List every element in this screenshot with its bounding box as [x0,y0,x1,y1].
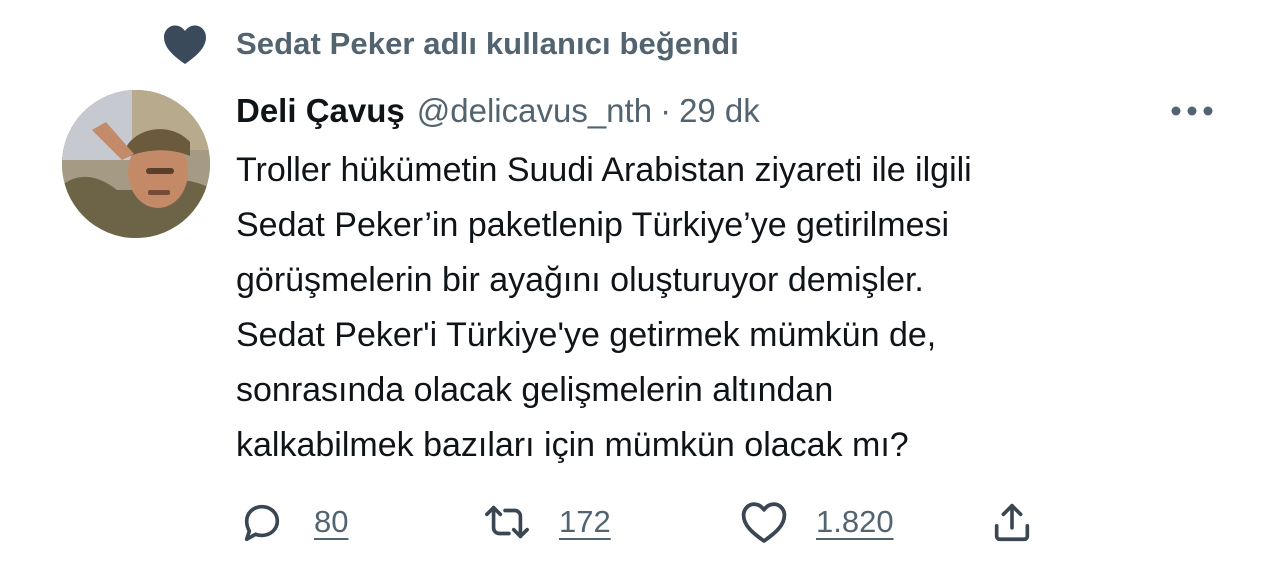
tweet-timestamp[interactable]: 29 dk [679,92,760,130]
tweet-text-line: Sedat Peker’in paketlenip Türkiye’ye get… [236,206,950,244]
tweet-text-line: Sedat Peker'i Türkiye'ye getirmek mümkün… [236,316,937,354]
tweet-text-line: kalkabilmek bazıları için mümkün olacak … [236,426,909,464]
tweet-text-line: Troller hükümetin Suudi Arabistan ziyare… [236,151,972,189]
author-handle[interactable]: @delicavus_nth [417,92,652,130]
more-options-button[interactable] [1168,96,1216,126]
header-separator: · [660,92,672,129]
reply-button[interactable]: 80 [236,494,348,550]
author-name[interactable]: Deli Çavuş [236,92,405,130]
tweet-text: Troller hükümetin Suudi Arabistan ziyare… [236,143,1236,473]
heart-icon [160,21,210,67]
retweet-icon [481,496,533,548]
more-horizontal-icon [1171,106,1213,116]
avatar[interactable] [62,90,210,238]
heart-outline-icon [738,496,790,548]
retweet-count[interactable]: 172 [559,504,611,540]
like-count[interactable]: 1.820 [816,504,894,540]
tweet-header: Deli Çavuş @delicavus_nth · 29 dk [236,86,760,136]
social-context[interactable]: Sedat Peker adlı kullanıcı beğendi [160,18,739,70]
share-button[interactable] [986,494,1038,550]
like-button[interactable]: 1.820 [738,494,894,550]
social-context-text: Sedat Peker adlı kullanıcı beğendi [236,26,740,61]
reply-count[interactable]: 80 [314,504,348,540]
share-icon [986,496,1038,548]
reply-icon [236,496,288,548]
tweet-actions: 80 172 1.820 [236,494,1056,550]
tweet-text-line: sonrasında olacak gelişmelerin altından [236,371,834,409]
retweet-button[interactable]: 172 [481,494,611,550]
tweet-text-line: görüşmelerin bir ayağını oluşturuyor dem… [236,261,924,299]
